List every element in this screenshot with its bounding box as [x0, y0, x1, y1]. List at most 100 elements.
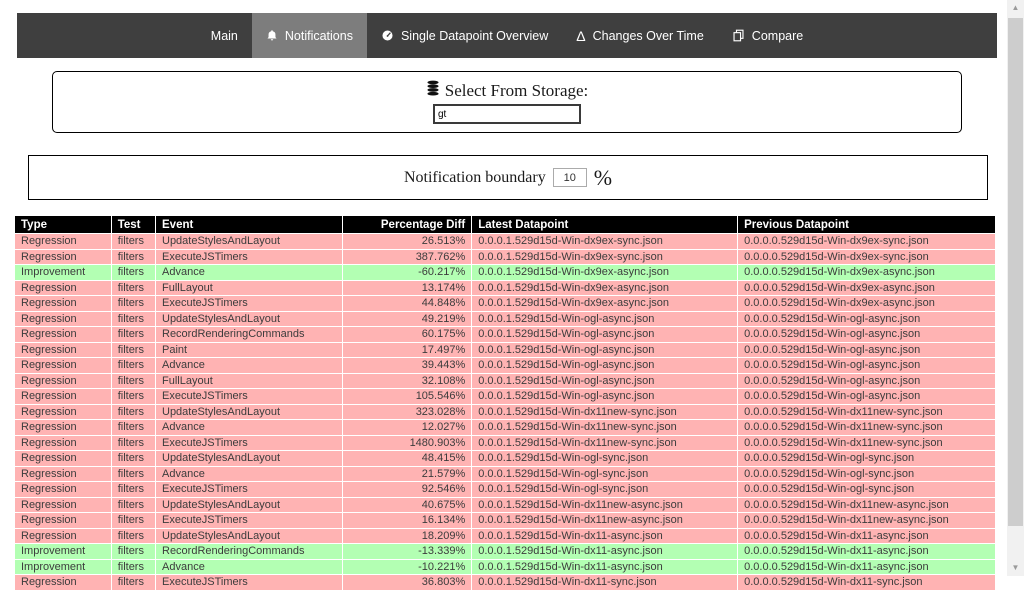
table-row: RegressionfiltersAdvance12.027%0.0.0.1.5…: [15, 420, 996, 436]
cell-event: RecordRenderingCommands: [156, 327, 343, 343]
cell-latest: 0.0.0.1.529d15d-Win-dx9ex-async.json: [472, 280, 738, 296]
cell-latest: 0.0.0.1.529d15d-Win-ogl-async.json: [472, 311, 738, 327]
cell-diff: 13.174%: [343, 280, 472, 296]
table-row: RegressionfiltersExecuteJSTimers36.803%0…: [15, 575, 996, 591]
cell-diff: 21.579%: [343, 466, 472, 482]
scrollbar-thumb[interactable]: [1008, 18, 1023, 526]
cell-latest: 0.0.0.1.529d15d-Win-dx9ex-sync.json: [472, 249, 738, 265]
cell-type: Improvement: [15, 544, 112, 560]
table-row: RegressionfiltersUpdateStylesAndLayout49…: [15, 311, 996, 327]
cell-test: filters: [111, 373, 155, 389]
cell-test: filters: [111, 528, 155, 544]
cell-type: Regression: [15, 389, 112, 405]
scroll-down-icon[interactable]: ▼: [1007, 560, 1024, 576]
tab-notifications[interactable]: Notifications: [252, 13, 367, 58]
cell-previous: 0.0.0.0.529d15d-Win-dx11new-sync.json: [738, 404, 996, 420]
storage-search-input[interactable]: [433, 104, 581, 124]
storage-panel: Select From Storage:: [52, 71, 962, 133]
cell-event: Advance: [156, 420, 343, 436]
cell-latest: 0.0.0.1.529d15d-Win-dx11new-sync.json: [472, 435, 738, 451]
cell-event: UpdateStylesAndLayout: [156, 528, 343, 544]
cell-event: UpdateStylesAndLayout: [156, 311, 343, 327]
cell-diff: 18.209%: [343, 528, 472, 544]
cell-type: Regression: [15, 311, 112, 327]
cell-latest: 0.0.0.1.529d15d-Win-ogl-async.json: [472, 389, 738, 405]
tab-compare[interactable]: Compare: [718, 13, 817, 58]
cell-latest: 0.0.0.1.529d15d-Win-ogl-sync.json: [472, 482, 738, 498]
tachometer-icon: [381, 29, 394, 42]
cell-event: Advance: [156, 559, 343, 575]
cell-event: ExecuteJSTimers: [156, 575, 343, 591]
cell-test: filters: [111, 544, 155, 560]
table-row: RegressionfiltersExecuteJSTimers92.546%0…: [15, 482, 996, 498]
cell-previous: 0.0.0.0.529d15d-Win-ogl-async.json: [738, 342, 996, 358]
cell-type: Regression: [15, 249, 112, 265]
table-header-row: Type Test Event Percentage Diff Latest D…: [15, 216, 996, 234]
cell-previous: 0.0.0.0.529d15d-Win-ogl-sync.json: [738, 451, 996, 467]
cell-event: ExecuteJSTimers: [156, 296, 343, 312]
boundary-panel: Notification boundary %: [28, 155, 988, 200]
cell-diff: 12.027%: [343, 420, 472, 436]
table-body: RegressionfiltersUpdateStylesAndLayout26…: [15, 234, 996, 591]
cell-previous: 0.0.0.0.529d15d-Win-dx9ex-async.json: [738, 296, 996, 312]
table-row: RegressionfiltersUpdateStylesAndLayout32…: [15, 404, 996, 420]
compare-icon: [732, 29, 745, 42]
tab-single-datapoint-overview[interactable]: Single Datapoint Overview: [367, 13, 562, 58]
column-header-test: Test: [111, 216, 155, 234]
tab-notifications-label: Notifications: [285, 29, 353, 43]
cell-diff: 26.513%: [343, 234, 472, 250]
cell-previous: 0.0.0.0.529d15d-Win-dx11-async.json: [738, 559, 996, 575]
column-header-latest-datapoint: Latest Datapoint: [472, 216, 738, 234]
cell-latest: 0.0.0.1.529d15d-Win-dx9ex-async.json: [472, 265, 738, 281]
cell-test: filters: [111, 296, 155, 312]
database-icon: [426, 80, 440, 101]
cell-diff: 16.134%: [343, 513, 472, 529]
tab-main[interactable]: Main: [197, 13, 252, 58]
cell-latest: 0.0.0.1.529d15d-Win-dx11new-sync.json: [472, 420, 738, 436]
cell-test: filters: [111, 435, 155, 451]
percent-sign: %: [594, 165, 612, 191]
cell-latest: 0.0.0.1.529d15d-Win-dx11-async.json: [472, 559, 738, 575]
cell-diff: 36.803%: [343, 575, 472, 591]
vertical-scrollbar[interactable]: ▲ ▼: [1007, 0, 1024, 576]
cell-latest: 0.0.0.1.529d15d-Win-dx11new-async.json: [472, 497, 738, 513]
cell-latest: 0.0.0.1.529d15d-Win-dx11-sync.json: [472, 575, 738, 591]
cell-diff: 17.497%: [343, 342, 472, 358]
table-row: ImprovementfiltersAdvance-60.217%0.0.0.1…: [15, 265, 996, 281]
boundary-input[interactable]: [553, 168, 587, 187]
table-row: RegressionfiltersAdvance21.579%0.0.0.1.5…: [15, 466, 996, 482]
cell-event: Advance: [156, 358, 343, 374]
cell-previous: 0.0.0.0.529d15d-Win-ogl-async.json: [738, 358, 996, 374]
cell-type: Regression: [15, 342, 112, 358]
cell-event: UpdateStylesAndLayout: [156, 451, 343, 467]
table-row: ImprovementfiltersAdvance-10.221%0.0.0.1…: [15, 559, 996, 575]
table-row: RegressionfiltersUpdateStylesAndLayout18…: [15, 528, 996, 544]
tab-compare-label: Compare: [752, 29, 803, 43]
cell-type: Regression: [15, 466, 112, 482]
table-row: RegressionfiltersExecuteJSTimers16.134%0…: [15, 513, 996, 529]
cell-previous: 0.0.0.0.529d15d-Win-ogl-sync.json: [738, 466, 996, 482]
tab-changes-over-time-label: Changes Over Time: [593, 29, 704, 43]
cell-diff: 39.443%: [343, 358, 472, 374]
cell-event: RecordRenderingCommands: [156, 544, 343, 560]
cell-event: FullLayout: [156, 280, 343, 296]
cell-event: ExecuteJSTimers: [156, 249, 343, 265]
cell-diff: -13.339%: [343, 544, 472, 560]
cell-diff: 49.219%: [343, 311, 472, 327]
cell-test: filters: [111, 342, 155, 358]
cell-event: Advance: [156, 265, 343, 281]
cell-test: filters: [111, 559, 155, 575]
cell-event: UpdateStylesAndLayout: [156, 497, 343, 513]
tab-changes-over-time[interactable]: Δ Changes Over Time: [562, 13, 718, 58]
storage-heading: Select From Storage:: [426, 80, 589, 101]
cell-test: filters: [111, 575, 155, 591]
table-row: RegressionfiltersExecuteJSTimers44.848%0…: [15, 296, 996, 312]
notifications-table: Type Test Event Percentage Diff Latest D…: [14, 215, 996, 591]
cell-latest: 0.0.0.1.529d15d-Win-ogl-async.json: [472, 342, 738, 358]
storage-heading-label: Select From Storage:: [445, 81, 589, 101]
scroll-up-icon[interactable]: ▲: [1007, 0, 1024, 16]
bell-icon: [266, 29, 278, 42]
tab-single-datapoint-overview-label: Single Datapoint Overview: [401, 29, 548, 43]
cell-latest: 0.0.0.1.529d15d-Win-dx9ex-async.json: [472, 296, 738, 312]
cell-latest: 0.0.0.1.529d15d-Win-dx11-async.json: [472, 528, 738, 544]
